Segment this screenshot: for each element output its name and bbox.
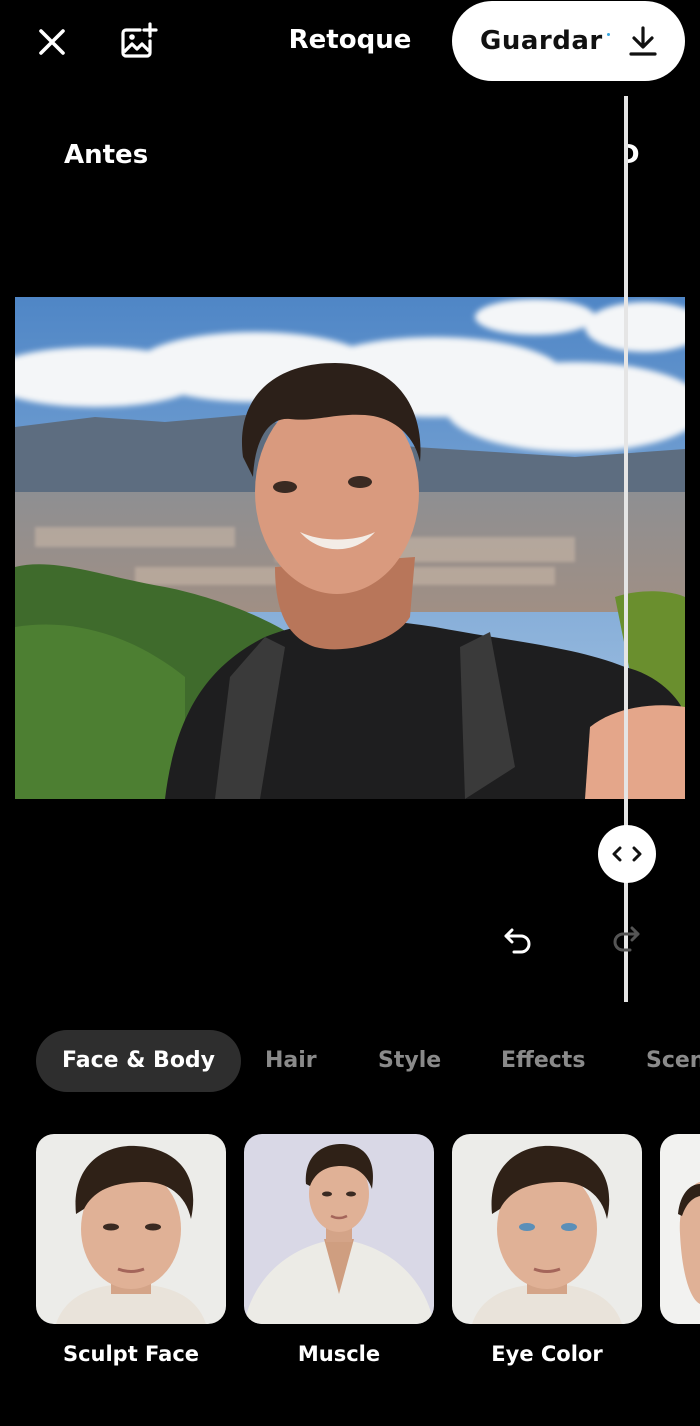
feature-card-partial[interactable]	[660, 1134, 700, 1342]
before-label: Antes	[64, 140, 149, 170]
sculpt-face-thumbnail	[36, 1134, 226, 1324]
close-button[interactable]	[30, 22, 74, 62]
compare-handle-icon	[612, 846, 642, 862]
redo-button[interactable]	[606, 918, 646, 958]
undo-icon	[504, 928, 531, 954]
page-title: Retoque	[288, 25, 412, 55]
tab-scenes[interactable]: Scenes	[646, 1030, 700, 1092]
top-bar: Retoque Guardar	[0, 0, 700, 82]
tab-effects[interactable]: Effects	[501, 1030, 585, 1092]
muscle-thumbnail	[244, 1134, 434, 1324]
feature-card-sculpt-face[interactable]: Sculpt Face	[36, 1134, 226, 1366]
tab-face-body[interactable]: Face & Body	[36, 1030, 242, 1092]
feature-label: Eye Color	[491, 1342, 603, 1366]
selfie-photo	[15, 297, 685, 799]
save-button-label: Guardar	[480, 26, 603, 56]
category-tabs: Face & Body Hair Style Effects Scenes	[0, 1030, 700, 1092]
close-icon	[39, 29, 65, 55]
add-photo-button[interactable]	[116, 20, 160, 64]
tab-style[interactable]: Style	[378, 1030, 441, 1092]
after-label-clip: Después	[626, 140, 640, 180]
photo-preview[interactable]	[15, 297, 685, 799]
tab-hair[interactable]: Hair	[265, 1030, 317, 1092]
feature-cards: Sculpt Face Muscle Eye Color	[0, 1134, 700, 1394]
eye-color-thumbnail	[452, 1134, 642, 1324]
download-icon	[628, 25, 658, 57]
save-button[interactable]: Guardar	[452, 1, 685, 81]
loading-dot	[606, 32, 610, 36]
feature-card-muscle[interactable]: Muscle	[244, 1134, 434, 1366]
compare-slider-handle[interactable]	[598, 825, 656, 883]
redo-icon	[613, 926, 640, 952]
feature-label: Muscle	[297, 1342, 381, 1366]
add-photo-icon	[121, 22, 158, 58]
partial-thumbnail	[660, 1134, 700, 1324]
undo-button[interactable]	[498, 920, 538, 960]
feature-label: Sculpt Face	[62, 1342, 200, 1366]
after-label: Después	[626, 140, 640, 170]
feature-card-eye-color[interactable]: Eye Color	[452, 1134, 642, 1366]
